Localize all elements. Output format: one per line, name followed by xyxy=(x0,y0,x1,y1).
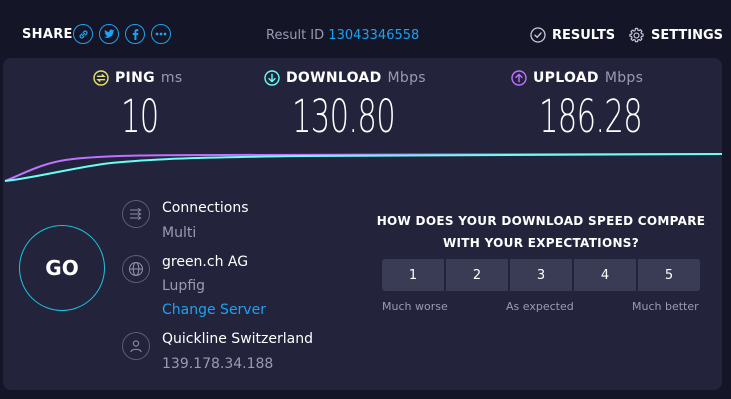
change-server-link[interactable]: Change Server xyxy=(162,302,266,318)
download-metric: DOWNLOAD Mbps 130.80 xyxy=(264,70,426,139)
download-graph-line xyxy=(4,153,722,182)
upload-icon xyxy=(511,70,527,86)
facebook-icon[interactable] xyxy=(125,24,145,44)
twitter-icon[interactable] xyxy=(99,24,119,44)
scale-high-label: Much better xyxy=(632,300,699,313)
server-location: Lupfig xyxy=(162,278,206,294)
connections-value: Multi xyxy=(162,225,197,241)
connections-icon xyxy=(122,200,150,228)
result-id-label: Result ID xyxy=(266,28,325,43)
settings-button[interactable]: SETTINGS xyxy=(628,27,723,44)
download-label: DOWNLOAD xyxy=(286,70,382,86)
rating-option[interactable]: 5 xyxy=(638,259,700,291)
result-id-link[interactable]: 13043346558 xyxy=(328,28,419,43)
scale-mid-label: As expected xyxy=(506,300,574,313)
ping-label: PING xyxy=(115,70,155,86)
rating-scale: 1 2 3 4 5 xyxy=(382,259,700,291)
rating-option[interactable]: 3 xyxy=(510,259,572,291)
ping-value: 10 xyxy=(121,90,159,143)
upload-graph-line xyxy=(4,153,722,182)
top-bar: SHARE Result ID 13043346558 RESULTS SETT… xyxy=(0,0,731,58)
rating-option[interactable]: 1 xyxy=(382,259,444,291)
rating-option[interactable]: 2 xyxy=(446,259,508,291)
check-circle-icon xyxy=(530,27,546,43)
result-id: Result ID 13043346558 xyxy=(266,28,419,43)
link-icon[interactable] xyxy=(73,24,93,44)
connections-title: Connections xyxy=(162,200,249,216)
download-unit: Mbps xyxy=(387,70,426,86)
ping-icon xyxy=(93,70,109,86)
user-icon xyxy=(122,332,150,360)
share-icons xyxy=(73,24,171,44)
settings-label: SETTINGS xyxy=(651,28,724,43)
globe-icon xyxy=(122,255,150,283)
rating-option[interactable]: 4 xyxy=(574,259,636,291)
survey-question: HOW DOES YOUR DOWNLOAD SPEED COMPARE WIT… xyxy=(376,214,706,250)
upload-value: 186.28 xyxy=(539,90,643,143)
ping-unit: ms xyxy=(160,70,183,86)
download-icon xyxy=(264,70,280,86)
gear-icon xyxy=(629,27,644,43)
results-button[interactable]: RESULTS xyxy=(530,27,615,43)
ping-metric: PING ms 10 xyxy=(93,70,183,139)
results-label: RESULTS xyxy=(552,27,616,43)
share-label: SHARE xyxy=(22,27,73,42)
go-button[interactable]: GO xyxy=(19,225,105,311)
more-icon[interactable] xyxy=(151,24,171,44)
upload-unit: Mbps xyxy=(604,70,644,86)
isp-name: Quickline Switzerland xyxy=(162,331,313,347)
speed-graph xyxy=(4,153,722,182)
server-name: green.ch AG xyxy=(162,254,249,270)
go-label: GO xyxy=(45,256,79,280)
download-value: 130.80 xyxy=(292,90,396,143)
upload-label: UPLOAD xyxy=(533,70,599,86)
scale-low-label: Much worse xyxy=(382,300,448,313)
isp-ip: 139.178.34.188 xyxy=(162,356,274,372)
upload-metric: UPLOAD Mbps 186.28 xyxy=(511,70,644,139)
